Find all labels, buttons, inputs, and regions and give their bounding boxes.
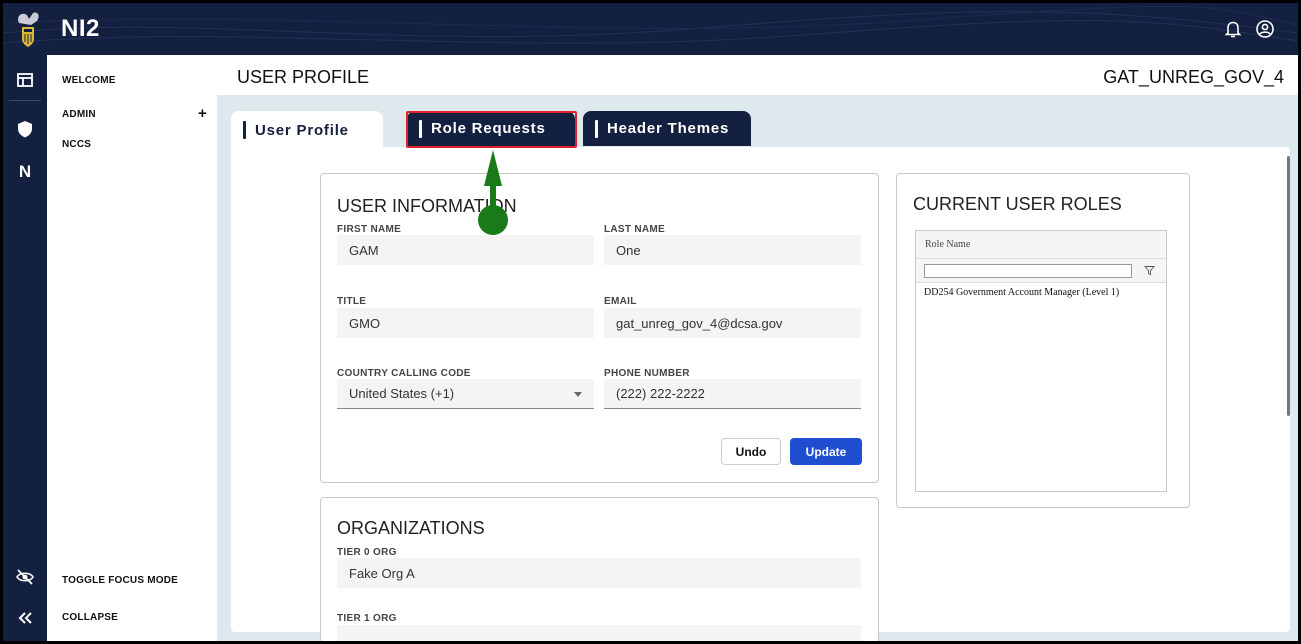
title-field[interactable]: GMO: [337, 308, 594, 338]
section-title: ORGANIZATIONS: [337, 518, 485, 538]
grid-column-header[interactable]: Role Name: [916, 231, 1166, 259]
tier1-field[interactable]: [337, 625, 861, 641]
tier1-label: TIER 1 ORG: [337, 613, 397, 624]
agency-seal-logo[interactable]: [13, 9, 43, 49]
nav-item-nccs[interactable]: NCCS: [62, 139, 91, 150]
email-field[interactable]: gat_unreg_gov_4@dcsa.gov: [604, 308, 861, 338]
last-name-label: LAST NAME: [604, 224, 666, 235]
top-bar: NI2: [3, 3, 1298, 55]
filter-icon[interactable]: [1144, 265, 1155, 276]
main-content: USER INFORMATION FIRST NAME GAM LAST NAM…: [217, 95, 1298, 641]
shield-icon[interactable]: [15, 119, 35, 139]
collapse-nav[interactable]: COLLAPSE: [62, 612, 118, 623]
tab-indicator: [243, 121, 246, 139]
tier0-field[interactable]: Fake Org A: [337, 558, 861, 588]
first-name-label: FIRST NAME: [337, 224, 402, 235]
page-title: USER PROFILE: [237, 67, 370, 87]
country-code-select[interactable]: United States (+1): [337, 379, 594, 409]
tier0-label: TIER 0 ORG: [337, 547, 397, 558]
app-brand[interactable]: NI2: [61, 15, 100, 43]
update-button[interactable]: Update: [790, 438, 862, 465]
country-code-label: COUNTRY CALLING CODE: [337, 368, 471, 379]
eye-slash-icon[interactable]: [15, 567, 35, 587]
chevron-down-icon: [574, 392, 582, 397]
phone-label: PHONE NUMBER: [604, 368, 690, 379]
current-username: GAT_UNREG_GOV_4: [1103, 67, 1284, 87]
tab-panel: USER INFORMATION FIRST NAME GAM LAST NAM…: [231, 147, 1290, 641]
rail-divider: [9, 100, 41, 101]
last-name-field[interactable]: One: [604, 235, 861, 265]
nav-item-admin[interactable]: ADMIN: [62, 109, 96, 120]
current-user-roles-card: CURRENT USER ROLES Role Name DD254 Gover…: [896, 173, 1190, 508]
double-chevron-left-icon[interactable]: [15, 608, 35, 628]
roles-grid: Role Name DD254 Government Account Manag…: [915, 230, 1167, 492]
expand-admin-icon[interactable]: +: [198, 105, 207, 122]
role-name-filter-input[interactable]: [924, 264, 1132, 278]
tab-label: User Profile: [255, 121, 349, 139]
dashboard-icon[interactable]: [15, 70, 35, 90]
user-information-card: USER INFORMATION FIRST NAME GAM LAST NAM…: [320, 173, 879, 483]
highlight-box: [406, 111, 577, 148]
nav-item-welcome[interactable]: WELCOME: [62, 75, 116, 86]
side-nav: WELCOME ADMIN + NCCS TOGGLE FOCUS MODE C…: [47, 55, 217, 641]
table-row[interactable]: DD254 Government Account Manager (Level …: [916, 287, 1166, 303]
grid-filter-row: [916, 259, 1166, 283]
phone-field[interactable]: (222) 222-2222: [604, 379, 861, 409]
header-wave-pattern: [3, 5, 1298, 44]
icon-rail: N: [3, 55, 47, 641]
annotation-arrow-icon: [478, 150, 508, 235]
app-window: NI2 N WELCOME ADMIN + NCCS TOGGLE FOCUS …: [3, 3, 1298, 641]
tab-user-profile[interactable]: User Profile: [231, 111, 383, 149]
country-code-value: United States (+1): [349, 386, 455, 401]
section-title: CURRENT USER ROLES: [913, 194, 1122, 214]
organizations-card: ORGANIZATIONS TIER 0 ORG Fake Org A TIER…: [320, 497, 879, 641]
toggle-focus-mode[interactable]: TOGGLE FOCUS MODE: [62, 575, 178, 586]
panel-scrollbar[interactable]: [1287, 156, 1290, 416]
bell-icon[interactable]: [1223, 19, 1243, 39]
tab-header-themes[interactable]: Header Themes: [583, 111, 751, 146]
title-label: TITLE: [337, 296, 367, 307]
n-letter-icon[interactable]: N: [15, 162, 35, 182]
tab-indicator: [595, 119, 598, 138]
user-circle-icon[interactable]: [1255, 19, 1275, 39]
email-label: EMAIL: [604, 296, 637, 307]
page-header: USER PROFILE GAT_UNREG_GOV_4: [217, 55, 1298, 95]
undo-button[interactable]: Undo: [721, 438, 781, 465]
first-name-field[interactable]: GAM: [337, 235, 594, 265]
tab-label: Header Themes: [607, 120, 730, 137]
